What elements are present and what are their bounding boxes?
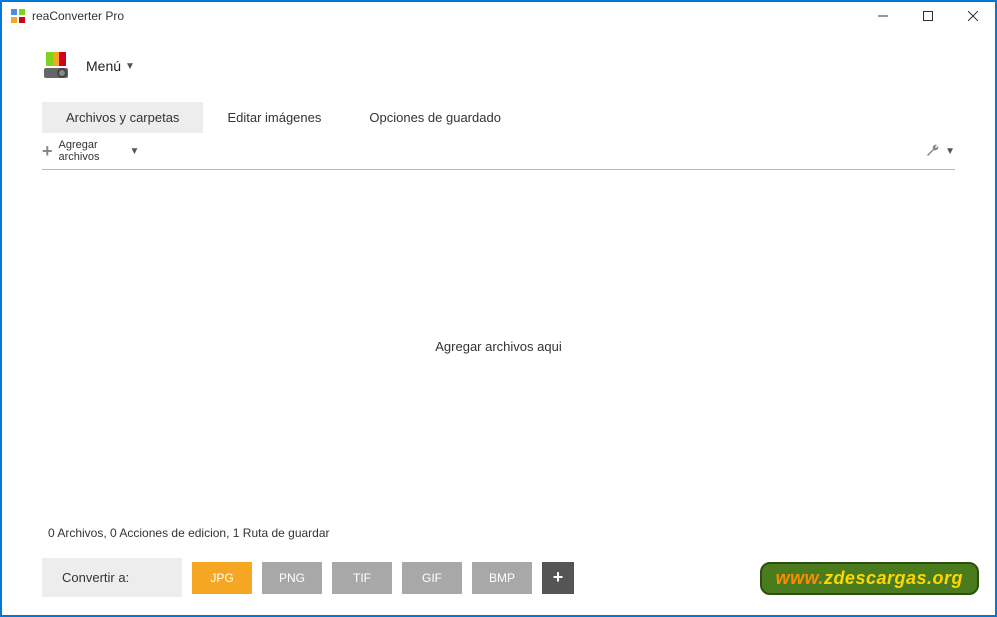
wrench-icon (925, 143, 941, 159)
format-bmp-button[interactable]: BMP (472, 562, 532, 594)
app-icon (10, 8, 26, 24)
menu-dropdown[interactable]: Menú ▼ (42, 50, 955, 82)
close-button[interactable] (950, 2, 995, 30)
app-window: reaConverter Pro Menú ▼ (0, 0, 997, 617)
tab-bar: Archivos y carpetas Editar imágenes Opci… (42, 102, 955, 133)
convert-to-label: Convertir a: (42, 558, 182, 597)
watermark-badge: www.zdescargas.org (760, 562, 979, 595)
settings-button[interactable]: ▼ (925, 143, 955, 159)
maximize-button[interactable] (905, 2, 950, 30)
tab-edit-images[interactable]: Editar imágenes (203, 102, 345, 133)
status-text: 0 Archivos, 0 Acciones de edicion, 1 Rut… (42, 522, 955, 558)
chevron-down-icon: ▼ (129, 146, 139, 157)
content-area: Menú ▼ Archivos y carpetas Editar imágen… (2, 30, 995, 615)
tab-files-folders[interactable]: Archivos y carpetas (42, 102, 203, 133)
title-bar: reaConverter Pro (2, 2, 995, 30)
chevron-down-icon: ▼ (125, 61, 135, 72)
toolbar: + Agregar archivos ▼ ▼ (42, 133, 955, 170)
window-title: reaConverter Pro (32, 9, 860, 23)
format-gif-button[interactable]: GIF (402, 562, 462, 594)
drop-hint-text: Agregar archivos aqui (435, 339, 561, 354)
chevron-down-icon: ▼ (945, 146, 955, 157)
minimize-button[interactable] (860, 2, 905, 30)
file-drop-area[interactable]: Agregar archivos aqui (42, 170, 955, 522)
camera-icon (42, 50, 74, 82)
window-controls (860, 2, 995, 30)
plus-icon: + (42, 141, 53, 162)
add-files-label: Agregar archivos (59, 139, 100, 163)
add-files-button[interactable]: + Agregar archivos ▼ (42, 139, 139, 163)
format-jpg-button[interactable]: JPG (192, 562, 252, 594)
menu-label: Menú (86, 58, 121, 74)
add-format-button[interactable]: + (542, 562, 574, 594)
format-png-button[interactable]: PNG (262, 562, 322, 594)
tab-save-options[interactable]: Opciones de guardado (345, 102, 525, 133)
format-tif-button[interactable]: TIF (332, 562, 392, 594)
